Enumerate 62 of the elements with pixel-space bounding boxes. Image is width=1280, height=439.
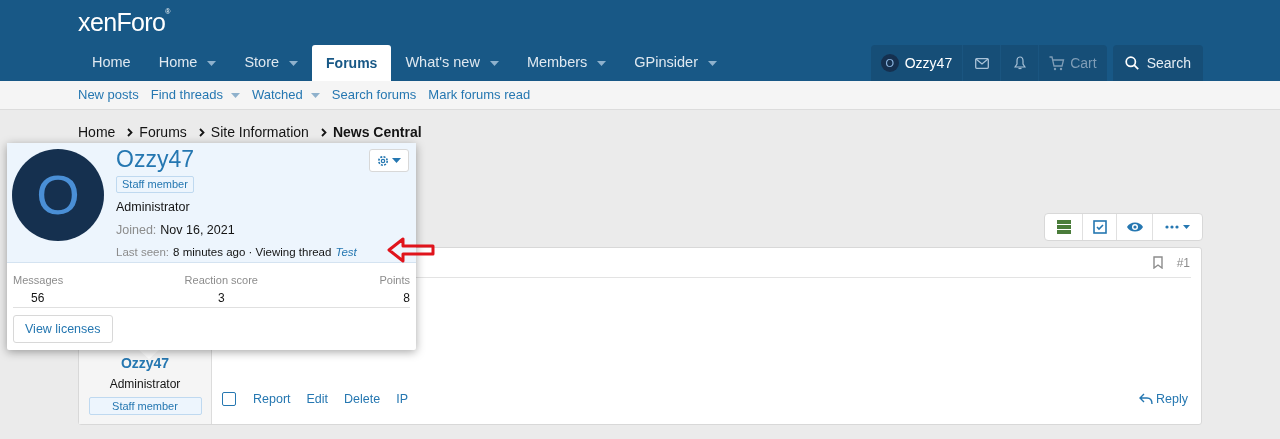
nav-tab[interactable]: Home [78,45,145,81]
last-seen-text: 8 minutes ago · Viewing thread [173,244,332,260]
joined-date: Nov 16, 2021 [160,221,235,239]
stat-value: 8 [403,289,410,307]
nav-tab[interactable]: Forums [312,45,392,81]
cart-link[interactable]: Cart [1039,45,1107,81]
settings-button[interactable] [369,149,409,172]
post-action-link[interactable]: Delete [344,389,381,409]
thread-link[interactable]: Test [335,243,357,261]
settings-icon [377,154,389,167]
stat-value: 56 [30,289,45,307]
stat-label: Reaction score [184,273,258,288]
nav-tab[interactable]: Members [512,45,621,81]
search-icon [1124,56,1139,70]
cart-icon [1049,55,1066,71]
subnav-link[interactable]: Watched [251,85,320,105]
envelope-icon [974,57,989,69]
chevron-icon [198,128,205,137]
chevron-icon [127,128,134,137]
nav-tab[interactable]: GPinsider [620,45,731,81]
view-licenses-button[interactable]: View licenses [13,315,113,343]
subnav-link[interactable]: Find threads [150,85,240,105]
staff-banner: Staff member [88,397,202,415]
joined-label: Joined: [116,221,157,239]
breadcrumb-link[interactable]: Home [78,122,116,143]
caret-icon [392,158,401,163]
reply-icon [1139,393,1154,405]
user-title: Administrator [109,376,181,393]
eye-icon [1125,221,1144,233]
nav-tab[interactable]: Home [144,45,231,81]
post-number[interactable]: #1 [1176,253,1190,272]
bookmark-icon[interactable] [1152,256,1163,269]
avatar: O [880,54,899,72]
avatar[interactable]: O [12,149,104,241]
subnav-link[interactable]: Search forums [331,85,417,105]
annotation-arrow [387,237,435,263]
search-button[interactable]: Search [1112,45,1203,81]
username[interactable]: Ozzy47 [116,147,194,171]
chevron-icon [320,128,327,137]
post-action-link[interactable]: IP [396,389,409,409]
breadcrumb-link[interactable]: News Central [320,122,422,143]
stack-icon [1056,220,1071,234]
user-title: Administrator [116,199,190,216]
post-action-link[interactable]: Edit [306,389,329,409]
staff-banner: Staff member [116,176,194,193]
nav-tab[interactable]: What's new [391,45,513,81]
breadcrumb-link[interactable]: Site Information [198,122,309,143]
username[interactable]: Ozzy47 [120,353,170,374]
last-seen-label: Last seen: [116,244,170,260]
subnav-link[interactable]: Mark forums read [428,85,531,105]
nav-tab[interactable]: Store [230,45,313,81]
stat-label: Messages [13,273,64,288]
reply-link[interactable]: Reply [1139,389,1188,409]
breadcrumb-link[interactable]: Forums [127,122,187,143]
checkbox-icon [1092,220,1107,234]
stat-value: 3 [217,289,225,307]
subnav-link[interactable]: New posts [78,85,139,105]
post-action-link[interactable]: Report [253,389,291,409]
select-checkbox[interactable] [222,392,236,406]
stat-label: Points [379,273,410,288]
more-icon [1164,224,1191,230]
bell-icon [1013,56,1026,70]
